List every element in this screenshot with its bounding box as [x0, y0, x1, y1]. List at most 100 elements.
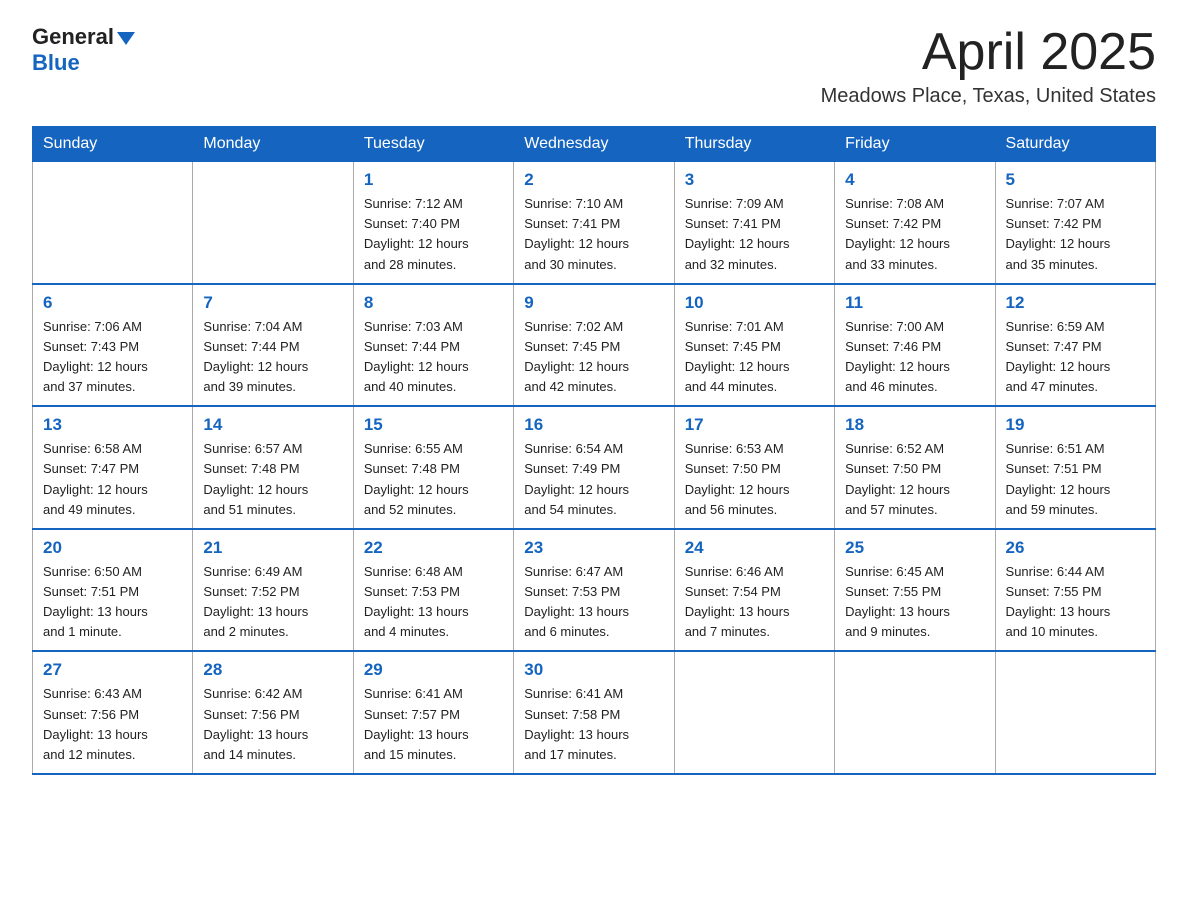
- calendar-day-23: 23 Sunrise: 6:47 AMSunset: 7:53 PMDayligh…: [514, 529, 674, 652]
- day-number: 15: [364, 415, 503, 435]
- calendar-table: SundayMondayTuesdayWednesdayThursdayFrid…: [32, 126, 1156, 775]
- day-info: Sunrise: 7:01 AMSunset: 7:45 PMDaylight:…: [685, 317, 824, 398]
- day-info: Sunrise: 6:51 AMSunset: 7:51 PMDaylight:…: [1006, 439, 1145, 520]
- day-number: 4: [845, 170, 984, 190]
- calendar-day-7: 7Sunrise: 7:04 AMSunset: 7:44 PMDaylight…: [193, 284, 353, 407]
- day-info: Sunrise: 6:59 AMSunset: 7:47 PMDaylight:…: [1006, 317, 1145, 398]
- month-title: April 2025: [821, 24, 1156, 81]
- calendar-header-friday: Friday: [835, 127, 995, 162]
- day-number: 13: [43, 415, 182, 435]
- day-info: Sunrise: 6:46 AMSunset: 7:54 PMDaylight:…: [685, 562, 824, 643]
- logo-triangle-icon: [117, 32, 135, 45]
- calendar-header-tuesday: Tuesday: [353, 127, 513, 162]
- day-number: 1: [364, 170, 503, 190]
- calendar-day-13: 13 Sunrise: 6:58 AMSunset: 7:47 PMDayligh…: [33, 406, 193, 529]
- calendar-header-sunday: Sunday: [33, 127, 193, 162]
- day-number: 30: [524, 660, 663, 680]
- calendar-day-15: 15 Sunrise: 6:55 AMSunset: 7:48 PMDayligh…: [353, 406, 513, 529]
- calendar-day-9: 9Sunrise: 7:02 AMSunset: 7:45 PMDaylight…: [514, 284, 674, 407]
- calendar-week-5: 27 Sunrise: 6:43 AMSunset: 7:56 PMDayligh…: [33, 651, 1156, 774]
- calendar-header-saturday: Saturday: [995, 127, 1155, 162]
- day-number: 10: [685, 293, 824, 313]
- calendar-day-28: 28 Sunrise: 6:42 AMSunset: 7:56 PMDayligh…: [193, 651, 353, 774]
- day-number: 8: [364, 293, 503, 313]
- calendar-day-2: 2 Sunrise: 7:10 AMSunset: 7:41 PMDaylight…: [514, 162, 674, 284]
- calendar-day-12: 12Sunrise: 6:59 AMSunset: 7:47 PMDayligh…: [995, 284, 1155, 407]
- day-number: 17: [685, 415, 824, 435]
- calendar-day-21: 21 Sunrise: 6:49 AMSunset: 7:52 PMDayligh…: [193, 529, 353, 652]
- day-number: 2: [524, 170, 663, 190]
- calendar-day-3: 3 Sunrise: 7:09 AMSunset: 7:41 PMDaylight…: [674, 162, 834, 284]
- day-number: 22: [364, 538, 503, 558]
- calendar-empty-cell: [33, 162, 193, 284]
- day-number: 27: [43, 660, 182, 680]
- day-info: Sunrise: 7:00 AMSunset: 7:46 PMDaylight:…: [845, 317, 984, 398]
- calendar-day-30: 30 Sunrise: 6:41 AMSunset: 7:58 PMDayligh…: [514, 651, 674, 774]
- calendar-day-26: 26Sunrise: 6:44 AMSunset: 7:55 PMDayligh…: [995, 529, 1155, 652]
- day-info: Sunrise: 7:06 AMSunset: 7:43 PMDaylight:…: [43, 317, 182, 398]
- day-info: Sunrise: 7:10 AMSunset: 7:41 PMDaylight:…: [524, 194, 663, 275]
- calendar-day-4: 4 Sunrise: 7:08 AMSunset: 7:42 PMDaylight…: [835, 162, 995, 284]
- day-number: 14: [203, 415, 342, 435]
- day-number: 11: [845, 293, 984, 313]
- day-number: 3: [685, 170, 824, 190]
- calendar-header-wednesday: Wednesday: [514, 127, 674, 162]
- logo-blue-text: Blue: [32, 50, 80, 76]
- calendar-week-4: 20Sunrise: 6:50 AMSunset: 7:51 PMDayligh…: [33, 529, 1156, 652]
- calendar-day-10: 10 Sunrise: 7:01 AMSunset: 7:45 PMDayligh…: [674, 284, 834, 407]
- calendar-header-row: SundayMondayTuesdayWednesdayThursdayFrid…: [33, 127, 1156, 162]
- location-title: Meadows Place, Texas, United States: [821, 85, 1156, 108]
- day-info: Sunrise: 6:47 AMSunset: 7:53 PMDaylight:…: [524, 562, 663, 643]
- day-info: Sunrise: 7:07 AMSunset: 7:42 PMDaylight:…: [1006, 194, 1145, 275]
- calendar-day-6: 6 Sunrise: 7:06 AMSunset: 7:43 PMDaylight…: [33, 284, 193, 407]
- day-info: Sunrise: 6:58 AMSunset: 7:47 PMDaylight:…: [43, 439, 182, 520]
- page-header: General Blue April 2025 Meadows Place, T…: [32, 24, 1156, 108]
- day-number: 28: [203, 660, 342, 680]
- day-number: 23: [524, 538, 663, 558]
- calendar-header-thursday: Thursday: [674, 127, 834, 162]
- day-info: Sunrise: 6:55 AMSunset: 7:48 PMDaylight:…: [364, 439, 503, 520]
- day-info: Sunrise: 7:12 AMSunset: 7:40 PMDaylight:…: [364, 194, 503, 275]
- calendar-day-8: 8 Sunrise: 7:03 AMSunset: 7:44 PMDaylight…: [353, 284, 513, 407]
- calendar-day-20: 20Sunrise: 6:50 AMSunset: 7:51 PMDayligh…: [33, 529, 193, 652]
- day-number: 16: [524, 415, 663, 435]
- calendar-header-monday: Monday: [193, 127, 353, 162]
- day-info: Sunrise: 6:53 AMSunset: 7:50 PMDaylight:…: [685, 439, 824, 520]
- calendar-empty-cell: [193, 162, 353, 284]
- day-info: Sunrise: 6:57 AMSunset: 7:48 PMDaylight:…: [203, 439, 342, 520]
- title-block: April 2025 Meadows Place, Texas, United …: [821, 24, 1156, 108]
- calendar-day-16: 16 Sunrise: 6:54 AMSunset: 7:49 PMDayligh…: [514, 406, 674, 529]
- day-info: Sunrise: 6:49 AMSunset: 7:52 PMDaylight:…: [203, 562, 342, 643]
- calendar-day-1: 1 Sunrise: 7:12 AMSunset: 7:40 PMDaylight…: [353, 162, 513, 284]
- calendar-day-22: 22 Sunrise: 6:48 AMSunset: 7:53 PMDayligh…: [353, 529, 513, 652]
- calendar-day-29: 29 Sunrise: 6:41 AMSunset: 7:57 PMDayligh…: [353, 651, 513, 774]
- day-info: Sunrise: 6:43 AMSunset: 7:56 PMDaylight:…: [43, 684, 182, 765]
- day-info: Sunrise: 6:52 AMSunset: 7:50 PMDaylight:…: [845, 439, 984, 520]
- day-number: 19: [1006, 415, 1145, 435]
- day-number: 24: [685, 538, 824, 558]
- day-number: 7: [203, 293, 342, 313]
- day-number: 25: [845, 538, 984, 558]
- day-info: Sunrise: 6:41 AMSunset: 7:57 PMDaylight:…: [364, 684, 503, 765]
- day-info: Sunrise: 6:41 AMSunset: 7:58 PMDaylight:…: [524, 684, 663, 765]
- logo: General Blue: [32, 24, 135, 76]
- day-number: 5: [1006, 170, 1145, 190]
- day-number: 21: [203, 538, 342, 558]
- day-info: Sunrise: 7:03 AMSunset: 7:44 PMDaylight:…: [364, 317, 503, 398]
- day-info: Sunrise: 7:08 AMSunset: 7:42 PMDaylight:…: [845, 194, 984, 275]
- calendar-week-3: 13 Sunrise: 6:58 AMSunset: 7:47 PMDayligh…: [33, 406, 1156, 529]
- calendar-day-17: 17 Sunrise: 6:53 AMSunset: 7:50 PMDayligh…: [674, 406, 834, 529]
- day-info: Sunrise: 6:42 AMSunset: 7:56 PMDaylight:…: [203, 684, 342, 765]
- day-info: Sunrise: 6:48 AMSunset: 7:53 PMDaylight:…: [364, 562, 503, 643]
- day-number: 6: [43, 293, 182, 313]
- day-number: 26: [1006, 538, 1145, 558]
- calendar-day-14: 14 Sunrise: 6:57 AMSunset: 7:48 PMDayligh…: [193, 406, 353, 529]
- day-info: Sunrise: 6:54 AMSunset: 7:49 PMDaylight:…: [524, 439, 663, 520]
- day-info: Sunrise: 7:09 AMSunset: 7:41 PMDaylight:…: [685, 194, 824, 275]
- day-number: 29: [364, 660, 503, 680]
- calendar-day-18: 18Sunrise: 6:52 AMSunset: 7:50 PMDayligh…: [835, 406, 995, 529]
- calendar-empty-cell: [674, 651, 834, 774]
- calendar-day-24: 24 Sunrise: 6:46 AMSunset: 7:54 PMDayligh…: [674, 529, 834, 652]
- day-info: Sunrise: 7:02 AMSunset: 7:45 PMDaylight:…: [524, 317, 663, 398]
- calendar-day-25: 25Sunrise: 6:45 AMSunset: 7:55 PMDayligh…: [835, 529, 995, 652]
